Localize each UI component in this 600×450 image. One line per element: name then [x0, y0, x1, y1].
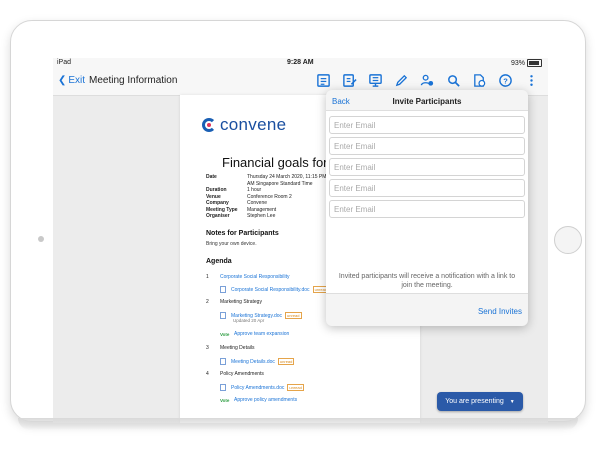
edit-document-icon[interactable]	[341, 72, 358, 89]
device-label: iPad	[57, 59, 72, 66]
exit-button[interactable]: ❮ Exit	[58, 75, 85, 86]
battery-icon	[527, 59, 542, 67]
screen: iPad 9:28 AM 93% ❮ Exit Meeting Informat…	[53, 58, 548, 423]
more-icon[interactable]	[523, 72, 540, 89]
agenda-doc-link[interactable]: Meeting Details.doc	[231, 359, 275, 365]
send-invites-button[interactable]: Send Invites	[478, 307, 522, 316]
tablet-frame: iPad 9:28 AM 93% ❮ Exit Meeting Informat…	[10, 20, 586, 423]
exit-label: Exit	[68, 75, 86, 86]
unread-badge: unread	[287, 384, 304, 391]
chevron-left-icon: ❮	[58, 75, 67, 86]
agenda-title: Marketing Strategy	[220, 299, 262, 305]
battery-status: 93%	[511, 59, 542, 67]
vote-item[interactable]: Vote Approve team expansion	[220, 331, 289, 337]
toolbar: ?	[315, 72, 540, 89]
vote-link[interactable]: Approve policy amendments	[234, 397, 297, 403]
email-field[interactable]	[329, 179, 525, 197]
email-field[interactable]	[329, 116, 525, 134]
meta-row: Organiser Stephen Lee	[206, 213, 327, 220]
home-button[interactable]	[554, 226, 582, 254]
agenda-number: 2	[206, 299, 209, 305]
tablet-shadow	[18, 418, 578, 430]
updated-label: Updated 20 Apr	[233, 318, 265, 323]
doc-icon	[220, 286, 226, 293]
popover-title: Invite Participants	[392, 97, 462, 106]
help-icon[interactable]: ?	[497, 72, 514, 89]
agenda-document[interactable]: Policy Amendments.doc unread	[220, 384, 304, 391]
doc-icon	[220, 384, 226, 391]
presenting-button[interactable]: You are presenting ▼	[437, 392, 523, 411]
vote-label: Vote	[220, 397, 230, 403]
document-lock-icon[interactable]	[471, 72, 488, 89]
battery-percent: 93%	[510, 59, 525, 67]
doc-icon	[220, 358, 226, 365]
agenda-number: 1	[206, 274, 209, 280]
logo-text: convene	[220, 115, 287, 134]
agenda-item: 3 Meeting Details	[206, 345, 254, 351]
invite-note: Invited participants will receive a noti…	[338, 273, 516, 289]
agenda-item[interactable]: 1 Corporate Social Responsibility	[206, 274, 289, 280]
email-field[interactable]	[329, 158, 525, 176]
vote-item[interactable]: Vote Approve policy amendments	[220, 397, 297, 403]
page-title: Meeting Information	[89, 75, 178, 86]
agenda-title[interactable]: Corporate Social Responsibility	[220, 274, 289, 280]
search-icon[interactable]	[445, 72, 462, 89]
meta-key: Organiser	[206, 213, 230, 219]
notes-heading: Notes for Participants	[206, 230, 279, 237]
meta-value: Stephen Lee	[247, 213, 276, 219]
doc-icon	[220, 312, 226, 319]
vote-label: Vote	[220, 331, 230, 337]
agenda-doc-link[interactable]: Policy Amendments.doc	[231, 385, 284, 391]
email-field[interactable]	[329, 200, 525, 218]
presenting-label: You are presenting	[445, 398, 504, 405]
email-list: Invited participants will receive a noti…	[326, 110, 528, 294]
unread-badge: unread	[277, 358, 295, 365]
status-bar: iPad 9:28 AM 93%	[53, 58, 548, 69]
clock: 9:28 AM	[287, 59, 314, 66]
agenda-document[interactable]: Meeting Details.doc unread	[220, 358, 295, 365]
notes-text: Bring your own device.	[206, 241, 257, 247]
meeting-meta: Date Thursday 24 March 2020, 11:15 PM AM …	[206, 174, 327, 220]
svg-text:?: ?	[503, 76, 508, 85]
agenda-document[interactable]: Corporate Social Responsibility.doc unrea…	[220, 286, 330, 293]
vote-link[interactable]: Approve team expansion	[234, 331, 289, 337]
email-field[interactable]	[329, 137, 525, 155]
invite-participants-popover: Back Invite Participants Invited partici…	[326, 90, 528, 326]
convene-logo-icon	[202, 118, 216, 132]
caret-down-icon: ▼	[509, 398, 515, 405]
agenda-item: 4 Policy Amendments	[206, 371, 264, 377]
convene-logo: convene	[202, 115, 286, 135]
list-icon[interactable]	[315, 72, 332, 89]
unread-badge: unread	[285, 312, 302, 319]
agenda-title: Meeting Details	[220, 345, 255, 351]
agenda-doc-link[interactable]: Corporate Social Responsibility.doc	[231, 287, 310, 293]
agenda-heading: Agenda	[206, 258, 232, 265]
agenda-item: 2 Marketing Strategy	[206, 299, 262, 305]
present-screen-icon[interactable]	[367, 72, 384, 89]
agenda-number: 4	[206, 371, 209, 377]
pencil-icon[interactable]	[393, 72, 410, 89]
front-camera	[38, 236, 44, 242]
users-icon[interactable]	[419, 72, 436, 89]
agenda-title: Policy Amendments	[220, 371, 264, 377]
agenda-number: 3	[206, 345, 209, 351]
